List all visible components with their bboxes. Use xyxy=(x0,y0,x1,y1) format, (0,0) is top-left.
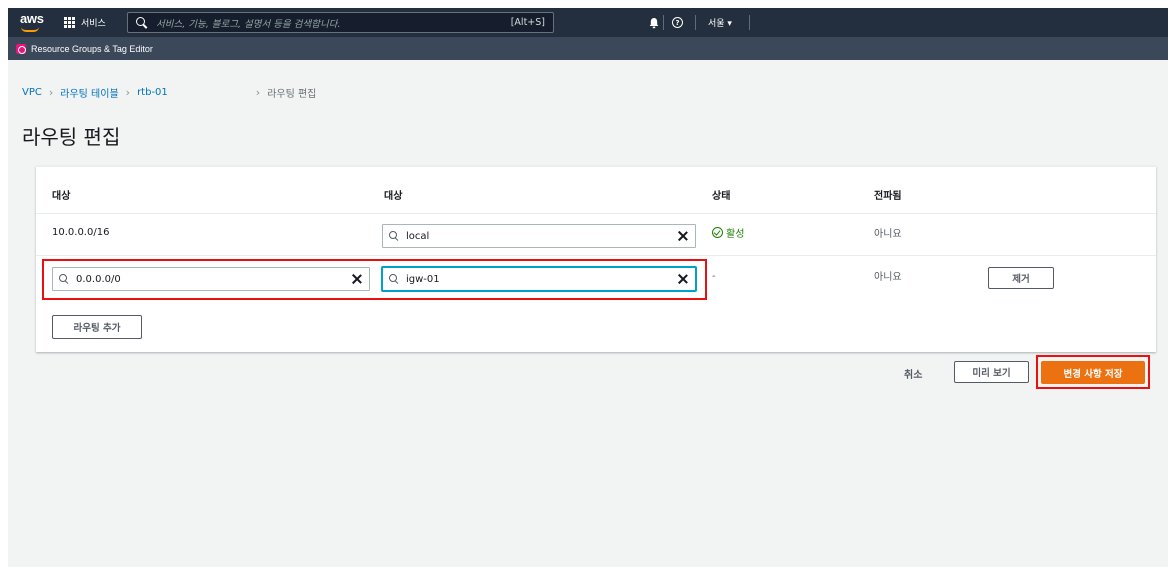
breadcrumb-separator: › xyxy=(48,86,54,99)
help-icon[interactable]: ? xyxy=(672,8,683,37)
resource-groups-label: Resource Groups & Tag Editor xyxy=(31,43,153,54)
close-icon[interactable] xyxy=(351,273,363,285)
nav-divider xyxy=(695,15,696,30)
global-search-input[interactable]: 서비스, 기능, 블로그, 설명서 등을 검색합니다. [Alt+S] xyxy=(127,12,554,33)
search-placeholder: 서비스, 기능, 블로그, 설명서 등을 검색합니다. xyxy=(156,18,341,30)
aws-logo-smile xyxy=(21,27,39,32)
page-title: 라우팅 편집 xyxy=(22,125,121,149)
save-changes-button[interactable]: 변경 사항 저장 xyxy=(1041,361,1145,384)
nav-divider xyxy=(663,15,664,30)
status-text: - xyxy=(712,271,716,282)
add-route-button[interactable]: 라우팅 추가 xyxy=(52,315,142,339)
search-icon xyxy=(389,273,400,285)
nav-divider xyxy=(749,15,750,30)
search-icon xyxy=(389,230,400,242)
target-search-input[interactable]: local xyxy=(382,224,696,248)
destination-search-input[interactable]: 0.0.0.0/0 xyxy=(52,267,370,291)
services-menu-button[interactable]: 서비스 xyxy=(64,16,106,29)
breadcrumb-route-tables[interactable]: 라우팅 테이블 xyxy=(60,85,118,100)
services-label: 서비스 xyxy=(81,19,106,29)
bell-icon[interactable] xyxy=(648,8,662,37)
row-divider xyxy=(36,213,1156,214)
target-value: igw-01 xyxy=(406,273,440,285)
search-icon xyxy=(59,273,70,285)
resource-groups-bar[interactable]: Resource Groups & Tag Editor xyxy=(8,37,1168,60)
breadcrumb: VPC › 라우팅 테이블 › rtb-01 › 라우팅 편집 xyxy=(22,85,316,100)
aws-logo[interactable]: aws xyxy=(20,11,44,26)
cancel-button[interactable]: 취소 xyxy=(904,366,922,381)
row-divider xyxy=(36,255,1156,256)
breadcrumb-current: 라우팅 편집 xyxy=(267,89,317,100)
check-circle-icon xyxy=(712,227,723,238)
region-selector[interactable]: 서울 ▾ xyxy=(708,8,732,37)
preview-button[interactable]: 미리 보기 xyxy=(954,361,1029,383)
breadcrumb-rtb[interactable]: rtb-01 xyxy=(137,87,168,98)
search-shortcut: [Alt+S] xyxy=(510,17,545,28)
column-header-propagated: 전파됨 xyxy=(874,191,902,202)
status-text: 활성 xyxy=(726,229,745,240)
routes-panel: 대상 대상 상태 전파됨 10.0.0.0/16 local 활성 아니요 0.… xyxy=(36,166,1156,352)
column-header-destination: 대상 xyxy=(52,191,71,202)
breadcrumb-separator: › xyxy=(125,86,131,99)
destination-value: 0.0.0.0/0 xyxy=(76,273,121,285)
resource-groups-icon xyxy=(16,43,26,54)
console-frame: aws 서비스 서비스, 기능, 블로그, 설명서 등을 검색합니다. [Alt… xyxy=(8,8,1168,567)
route-destination-text: 10.0.0.0/16 xyxy=(52,227,110,238)
column-header-target: 대상 xyxy=(384,191,403,202)
column-header-status: 상태 xyxy=(712,191,731,202)
status-badge: 활성 xyxy=(712,225,744,240)
grid-icon xyxy=(64,17,75,28)
top-navigation: aws 서비스 서비스, 기능, 블로그, 설명서 등을 검색합니다. [Alt… xyxy=(8,8,1168,37)
propagated-text: 아니요 xyxy=(874,229,902,240)
close-icon[interactable] xyxy=(677,230,689,242)
search-icon xyxy=(136,16,148,29)
remove-route-button[interactable]: 제거 xyxy=(988,267,1054,289)
breadcrumb-vpc[interactable]: VPC xyxy=(22,87,42,98)
target-search-input[interactable]: igw-01 xyxy=(382,267,696,291)
target-value: local xyxy=(406,230,430,242)
propagated-text: 아니요 xyxy=(874,272,902,283)
close-icon[interactable] xyxy=(677,273,689,285)
breadcrumb-separator: › xyxy=(255,86,261,99)
